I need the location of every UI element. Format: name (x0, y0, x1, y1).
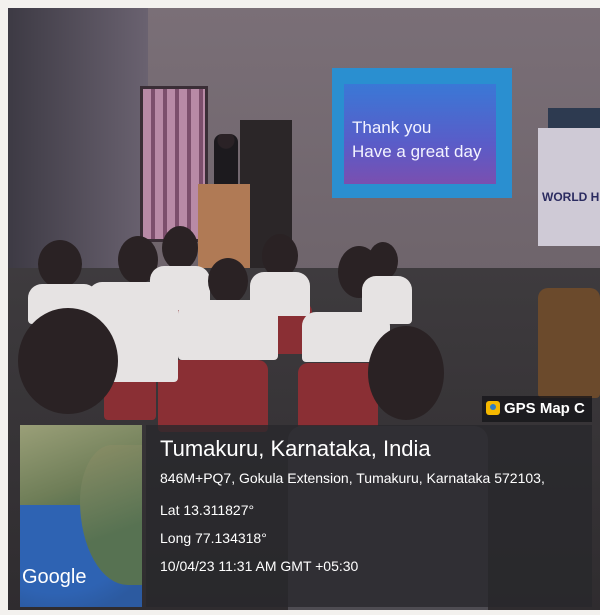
gps-brand-text: GPS Map C (504, 400, 585, 417)
chair (538, 288, 600, 398)
location-address: 846M+PQ7, Gokula Extension, Tumakuru, Ka… (160, 470, 545, 486)
longitude: Long 77.134318° (160, 530, 267, 546)
map-pin-icon (486, 401, 500, 415)
banner-header (548, 108, 600, 128)
google-map-label: Google (22, 566, 87, 588)
timestamp: 10/04/23 11:31 AM GMT +05:30 (160, 558, 359, 574)
banner-text: WORLD HE (542, 190, 600, 204)
location-title: Tumakuru, Karnataka, India (160, 436, 431, 461)
left-wall (8, 8, 148, 268)
gps-map-camera-label: GPS Map C (482, 396, 592, 422)
latitude: Lat 13.311827° (160, 502, 255, 518)
slide-line-2: Have a great day (352, 142, 482, 161)
photo-frame: Thank you Have a great day WORLD HE (0, 0, 600, 615)
speaker-figure (214, 134, 238, 186)
chair (298, 363, 378, 429)
event-banner: WORLD HE (538, 128, 600, 246)
slide-content: Thank you Have a great day (344, 84, 496, 184)
slide-line-1: Thank you (352, 118, 432, 137)
